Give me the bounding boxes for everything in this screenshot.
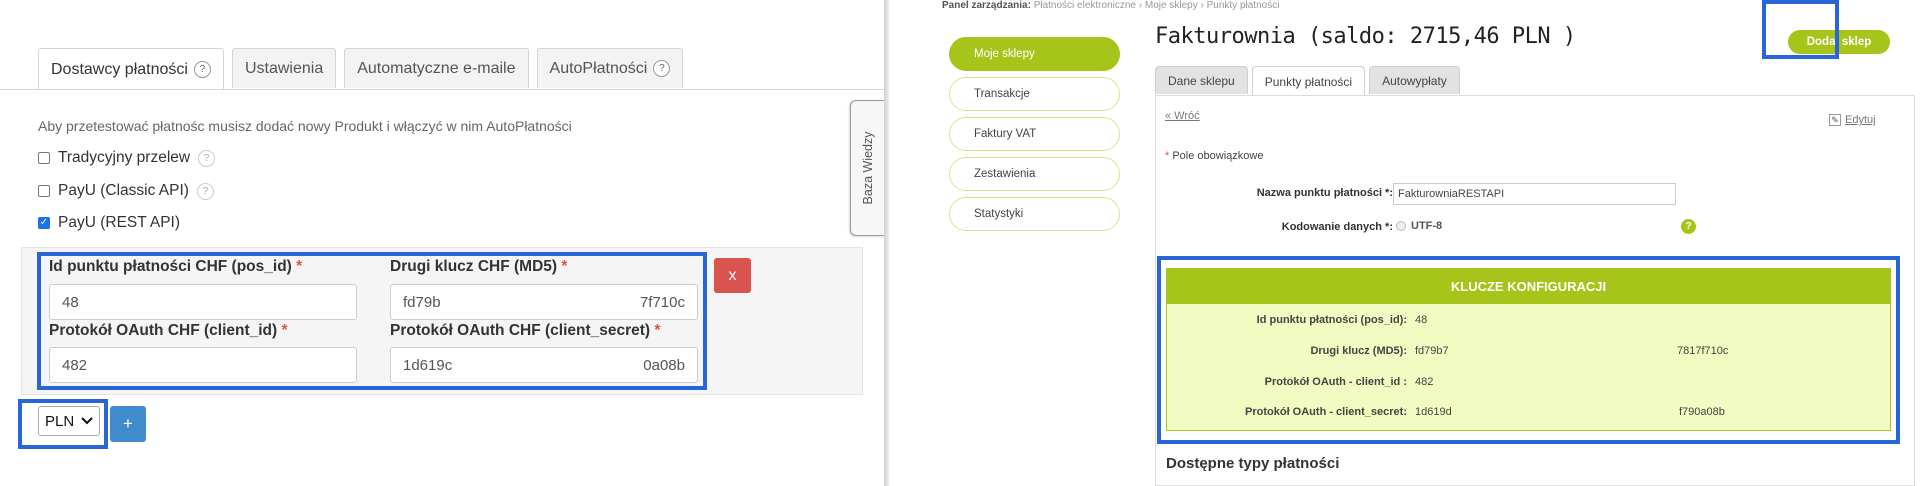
tab-label: Automatyczne e-maile (357, 59, 516, 77)
tab-payment-providers[interactable]: Dostawcy płatności ? (38, 48, 224, 90)
encoding-label: Kodowanie danych *: (1281, 221, 1393, 233)
method-label: PayU (REST API) (58, 214, 181, 231)
point-name-label: Nazwa punktu płatności *: (1256, 187, 1393, 199)
breadcrumb-separator: › (1138, 0, 1143, 11)
method-payu-rest[interactable]: ✓ PayU (REST API) (38, 214, 180, 232)
pencil-icon: ✎ (1829, 114, 1841, 126)
tab-payment-points[interactable]: Punkty płatności (1251, 66, 1366, 96)
help-icon[interactable]: ? (193, 61, 211, 78)
tab-autopayments[interactable]: AutoPłatności ? (536, 48, 684, 88)
breadcrumb-separator: › (1200, 0, 1204, 11)
tab-settings[interactable]: Ustawienia (231, 48, 337, 88)
tab-label: Dostawcy płatności (51, 60, 188, 78)
method-payu-classic[interactable]: PayU (Classic API) ? (38, 182, 214, 200)
tab-auto-payouts[interactable]: Autowypłaty (1369, 66, 1460, 94)
help-icon[interactable]: ? (198, 149, 216, 167)
breadcrumb-item[interactable]: Moje sklepy (1145, 0, 1198, 11)
page-title: Fakturownia (saldo: 2715,46 PLN ) (1155, 24, 1576, 49)
test-hint: Aby przetestować płatnośc musisz dodać n… (38, 118, 572, 134)
method-traditional-transfer[interactable]: Tradycyjny przelew ? (38, 149, 216, 167)
shop-tabs: Dane sklepu Punkty płatności Autowypłaty (1155, 66, 1460, 96)
highlight-add-shop (1762, 0, 1839, 59)
encoding-radio[interactable]: UTF-8 (1396, 220, 1442, 232)
edit-link[interactable]: ✎ Edytuj (1829, 114, 1876, 126)
tabs-divider (0, 89, 884, 90)
required-note: * Pole obowiązkowe (1165, 150, 1264, 162)
menu-statistics[interactable]: Statystyki (949, 197, 1120, 231)
menu-statements[interactable]: Zestawienia (949, 157, 1120, 191)
knowledge-base-tab[interactable]: Baza Wiedzy (850, 100, 884, 236)
breadcrumb: Panel zarządzania: Płatności elektronicz… (942, 0, 1280, 11)
point-name-input[interactable]: FakturowniaRESTAPI (1393, 183, 1676, 205)
method-label: Tradycyjny przelew (58, 149, 191, 166)
radio-button[interactable] (1396, 221, 1406, 231)
back-link[interactable]: « Wróć (1165, 110, 1200, 122)
help-icon[interactable]: ? (653, 60, 671, 77)
menu-vat-invoices[interactable]: Faktury VAT (949, 117, 1120, 151)
menu-transactions[interactable]: Transakcje (949, 77, 1120, 111)
available-payment-types-heading: Dostępne typy płatności (1166, 455, 1340, 472)
checkbox[interactable] (38, 185, 50, 197)
tab-shop-data[interactable]: Dane sklepu (1155, 66, 1248, 94)
checkbox-checked[interactable]: ✓ (38, 217, 50, 229)
breadcrumb-item: Punkty płatności (1206, 0, 1280, 11)
right-panel: Panel zarządzania: Płatności elektronicz… (889, 0, 1920, 486)
highlight-config-keys (1157, 256, 1900, 444)
tab-auto-emails[interactable]: Automatyczne e-maile (344, 48, 529, 88)
remove-currency-button[interactable]: x (714, 258, 751, 293)
help-icon[interactable]: ? (1681, 219, 1696, 234)
tab-label: AutoPłatności (549, 59, 648, 77)
help-icon[interactable]: ? (196, 182, 214, 200)
left-panel: Dostawcy płatności ? Ustawienia Automaty… (0, 0, 884, 486)
add-currency-button[interactable]: + (110, 406, 146, 442)
highlight-credentials (37, 252, 707, 390)
highlight-currency (18, 399, 108, 449)
settings-tabs: Dostawcy płatności ? Ustawienia Automaty… (38, 48, 684, 90)
method-label: PayU (Classic API) (58, 182, 189, 199)
breadcrumb-item[interactable]: Płatności elektroniczne (1034, 0, 1136, 11)
checkbox[interactable] (38, 152, 50, 164)
menu-my-shops[interactable]: Moje sklepy (949, 37, 1120, 71)
tab-label: Ustawienia (244, 59, 324, 77)
